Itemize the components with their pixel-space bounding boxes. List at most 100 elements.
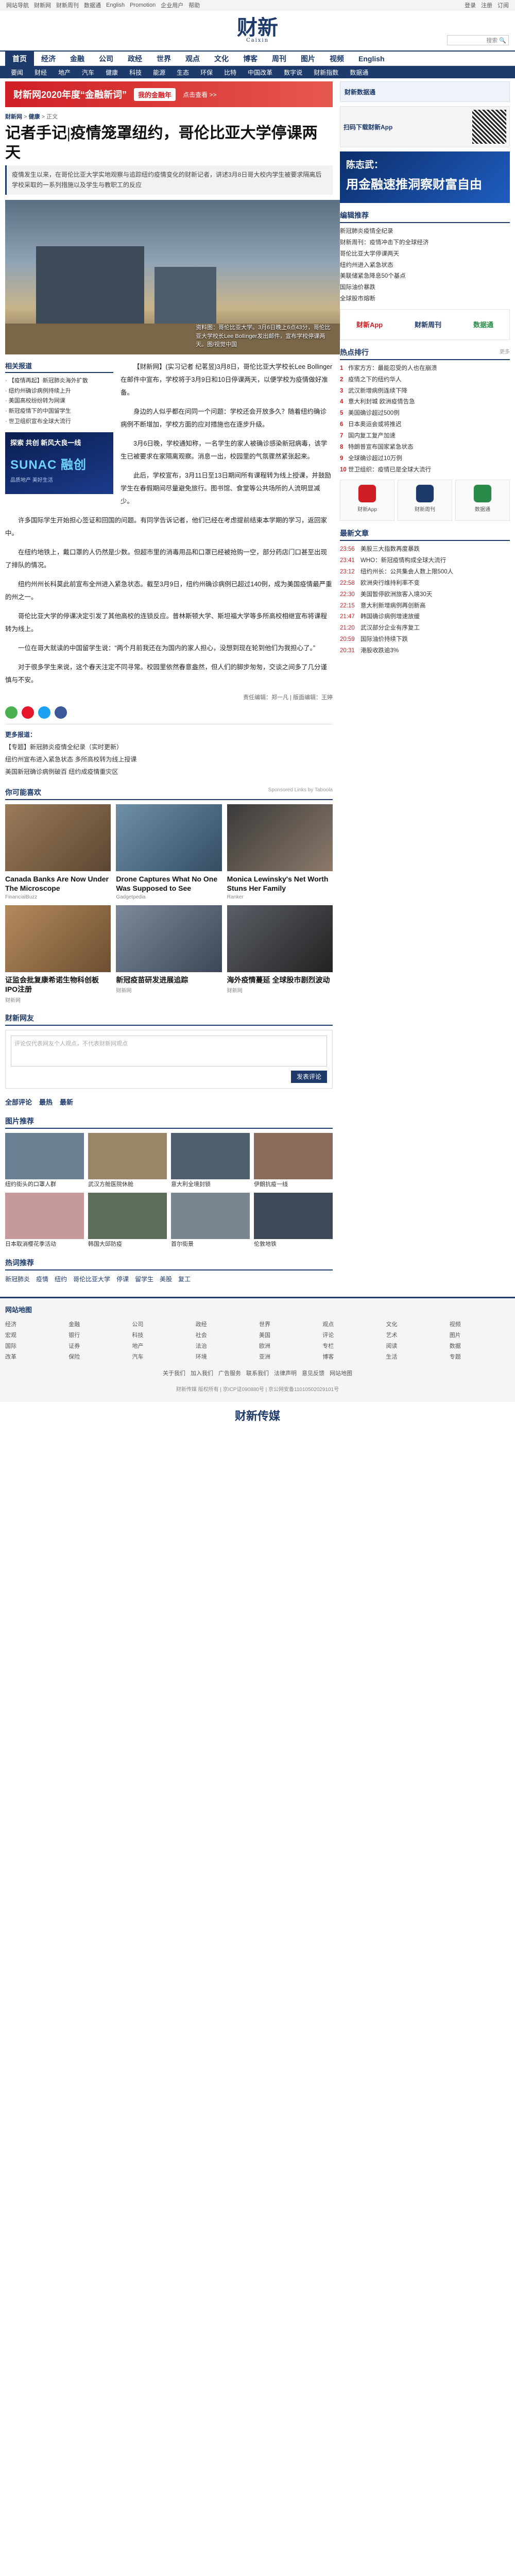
sitemap-link[interactable]: 评论 <box>322 1330 383 1341</box>
crumb-home[interactable]: 财新网 <box>5 114 22 120</box>
subnav-item[interactable]: 地产 <box>53 68 76 77</box>
pic-item[interactable]: 纽约街头的口罩人群 <box>5 1132 84 1189</box>
editor-pick-item[interactable]: 纽约州进入紧急状态 <box>340 260 510 272</box>
rank-item[interactable]: 5 美国确诊超过500例 <box>340 408 510 419</box>
register-link[interactable]: 注册 <box>481 1 492 9</box>
subnav-item[interactable]: 生态 <box>171 68 195 77</box>
more-report-link[interactable]: 【专题】新冠肺炎疫情全纪录（实时更新） <box>5 741 333 753</box>
topbar-link[interactable]: Promotion <box>130 2 156 8</box>
hotword-link[interactable]: 留学生 <box>135 1275 153 1283</box>
sitemap-link[interactable]: 视频 <box>450 1319 510 1330</box>
banner-link[interactable]: 点击查看 >> <box>183 90 216 99</box>
topbar-link[interactable]: 财新周刊 <box>56 1 79 9</box>
subnav-item[interactable]: 健康 <box>100 68 124 77</box>
latest-item[interactable]: 22:30 美国暂停欧洲旅客入境30天 <box>340 589 510 601</box>
submit-comment-button[interactable]: 发表评论 <box>291 1070 327 1083</box>
weibo-share-icon[interactable] <box>22 706 34 719</box>
rank-item[interactable]: 7 国内复工复产加速 <box>340 431 510 442</box>
sitemap-link[interactable]: 博客 <box>322 1352 383 1363</box>
app-tile[interactable]: 财新App <box>340 480 394 521</box>
hotword-link[interactable]: 美股 <box>160 1275 172 1283</box>
nav-item[interactable]: 视频 <box>322 51 351 66</box>
topbar-link[interactable]: 帮助 <box>188 1 200 9</box>
sitemap-link[interactable]: 金融 <box>68 1319 129 1330</box>
sunac-ad[interactable]: 探索 共创 新风大良一线 SUNAC 融创 品质地产 美好生活 <box>5 432 113 494</box>
nav-item[interactable]: 政经 <box>121 51 149 66</box>
sitemap-link[interactable]: 宏观 <box>5 1330 65 1341</box>
sitemap-link[interactable]: 科技 <box>132 1330 193 1341</box>
topbar-link[interactable]: 数据通 <box>84 1 101 9</box>
nav-item[interactable]: English <box>351 51 392 66</box>
sitemap-link[interactable]: 文化 <box>386 1319 447 1330</box>
related-item[interactable]: 新冠疫情下的中国留学生 <box>5 406 113 417</box>
twitter-share-icon[interactable] <box>38 706 50 719</box>
editor-pick-item[interactable]: 新冠肺炎疫情全纪录 <box>340 226 510 238</box>
subnav-item[interactable]: 比特 <box>218 68 242 77</box>
sitemap-link[interactable]: 保险 <box>68 1352 129 1363</box>
editor-pick-item[interactable]: 美联储紧急降息50个基点 <box>340 271 510 282</box>
sitemap-link[interactable]: 图片 <box>450 1330 510 1341</box>
hotword-link[interactable]: 停课 <box>116 1275 129 1283</box>
sponsor-label[interactable]: Sponsored Links by Taboola <box>268 787 333 798</box>
subnav-item[interactable]: 汽车 <box>76 68 100 77</box>
topbar-link[interactable]: English <box>106 2 125 8</box>
pic-item[interactable]: 韩国大邱防疫 <box>88 1192 167 1248</box>
editor-pick-item[interactable]: 财新周刊：疫情冲击下的全球经济 <box>340 238 510 249</box>
footer-link[interactable]: 法律声明 <box>274 1369 297 1379</box>
latest-item[interactable]: 21:20 武汉部分企业有序复工 <box>340 623 510 634</box>
rank-item[interactable]: 1 作家方方：最能忍受的人也在崩溃 <box>340 363 510 375</box>
pic-item[interactable]: 日本取消樱花季活动 <box>5 1192 84 1248</box>
hotword-link[interactable]: 纽约 <box>55 1275 67 1283</box>
recommend-card[interactable]: 海外疫情蔓延 全球股市剧烈波动 财新网 <box>227 905 333 1003</box>
comment-input[interactable]: 评论仅代表网友个人观点，不代表财新网观点 <box>11 1035 327 1066</box>
sitemap-link[interactable]: 汽车 <box>132 1352 193 1363</box>
subnav-item[interactable]: 科技 <box>124 68 147 77</box>
latest-item[interactable]: 20:31 港股收跌逾3% <box>340 646 510 657</box>
nav-item[interactable]: 金融 <box>63 51 92 66</box>
sidebar-ad-strip[interactable]: 财新App 财新周刊 数据通 <box>340 309 510 340</box>
rank-item[interactable]: 9 全球确诊超过10万例 <box>340 453 510 465</box>
related-item[interactable]: 【疫情再起】新冠肺炎海外扩散 <box>5 376 113 386</box>
nav-item[interactable]: 观点 <box>178 51 207 66</box>
pic-item[interactable]: 首尔街景 <box>171 1192 250 1248</box>
footer-link[interactable]: 关于我们 <box>163 1369 185 1379</box>
promo-banner[interactable]: 财新网2020年度“金融新词” 我的金融年 点击查看 >> <box>5 81 333 107</box>
sitemap-link[interactable]: 生活 <box>386 1352 447 1363</box>
rank-item[interactable]: 6 日本奥运会或将推迟 <box>340 419 510 431</box>
related-item[interactable]: 世卫组织宣布全球大流行 <box>5 417 113 427</box>
hotword-link[interactable]: 哥伦比亚大学 <box>73 1275 110 1283</box>
subnav-item[interactable]: 财新指数 <box>308 68 344 77</box>
latest-item[interactable]: 23:56 美股三大指数再度暴跌 <box>340 544 510 555</box>
tab-hot[interactable]: 最热 <box>39 1097 53 1107</box>
related-item[interactable]: 美国高校纷纷转为网课 <box>5 396 113 406</box>
facebook-share-icon[interactable] <box>55 706 67 719</box>
search-icon[interactable]: 🔍 <box>499 37 506 44</box>
pic-item[interactable]: 伦敦地铁 <box>254 1192 333 1248</box>
hotword-link[interactable]: 新冠肺炎 <box>5 1275 30 1283</box>
nav-item[interactable]: 公司 <box>92 51 121 66</box>
rank-item[interactable]: 8 特朗普宣布国家紧急状态 <box>340 442 510 453</box>
nav-item[interactable]: 文化 <box>207 51 236 66</box>
topbar-link[interactable]: 企业用户 <box>161 1 183 9</box>
rank-item[interactable]: 2 疫情之下的纽约华人 <box>340 375 510 386</box>
sitemap-link[interactable]: 数据 <box>450 1341 510 1352</box>
latest-item[interactable]: 22:58 欧洲央行维持利率不变 <box>340 578 510 589</box>
sitemap-link[interactable]: 欧洲 <box>259 1341 319 1352</box>
recommend-card[interactable]: 证监会批复康希诺生物科创板IPO注册 财新网 <box>5 905 111 1004</box>
nav-item[interactable]: 经济 <box>34 51 63 66</box>
pic-item[interactable]: 意大利全境封锁 <box>171 1132 250 1189</box>
rank-item[interactable]: 10 世卫组织：疫情已是全球大流行 <box>340 465 510 476</box>
sitemap-link[interactable]: 法治 <box>196 1341 256 1352</box>
login-link[interactable]: 登录 <box>465 1 476 9</box>
sitemap-link[interactable]: 社会 <box>196 1330 256 1341</box>
pic-item[interactable]: 武汉方舱医院休舱 <box>88 1132 167 1189</box>
nav-item-home[interactable]: 首页 <box>5 50 34 66</box>
pic-item[interactable]: 伊朗抗疫一线 <box>254 1132 333 1189</box>
recommend-card[interactable]: Canada Banks Are Now Under The Microscop… <box>5 804 111 900</box>
recommend-card[interactable]: 新冠疫苗研发进展追踪 财新网 <box>116 905 222 1003</box>
latest-item[interactable]: 22:15 意大利新增病例再创新高 <box>340 601 510 612</box>
sitemap-link[interactable]: 世界 <box>259 1319 319 1330</box>
sitemap-link[interactable]: 银行 <box>68 1330 129 1341</box>
subnav-item[interactable]: 环保 <box>195 68 218 77</box>
latest-item[interactable]: 23:41 WHO：新冠疫情构成全球大流行 <box>340 555 510 567</box>
